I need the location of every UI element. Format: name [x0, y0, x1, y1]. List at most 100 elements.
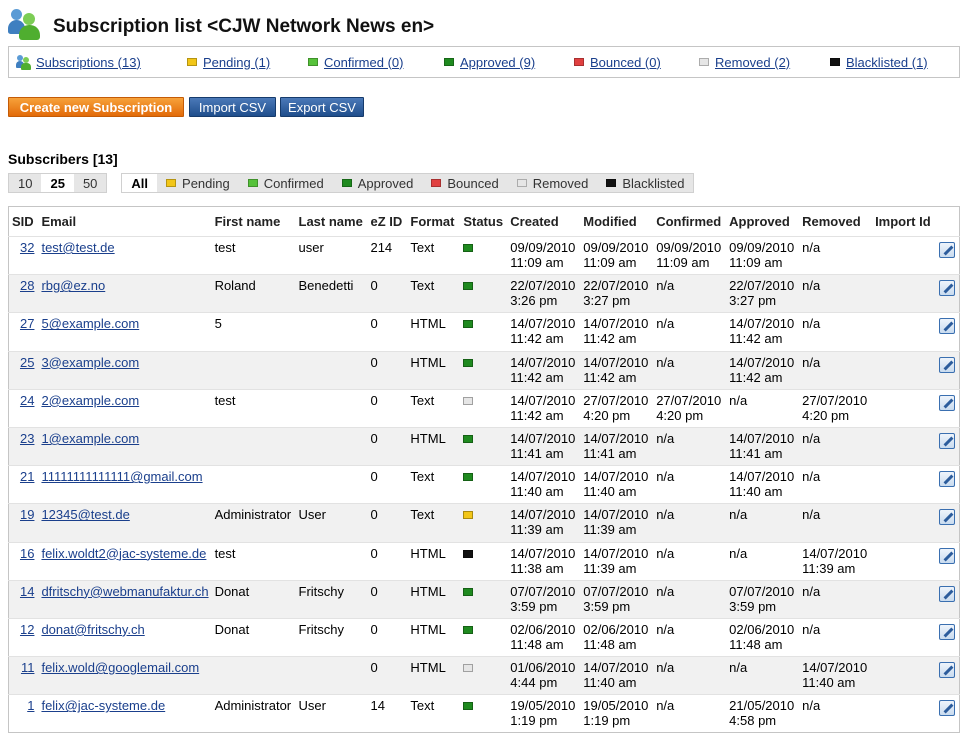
filter-subscriptions-link[interactable]: Subscriptions (13): [36, 55, 141, 70]
edit-icon[interactable]: [939, 394, 955, 411]
created-date: 01/06/2010: [510, 660, 576, 676]
removed-cell: 14/07/2010 11:40 am: [799, 656, 873, 695]
tab-bounced[interactable]: Bounced: [422, 174, 507, 192]
edit-icon[interactable]: [939, 623, 955, 640]
filter-blacklisted-link[interactable]: Blacklisted (1): [846, 55, 928, 70]
email-link[interactable]: 2@example.com: [41, 393, 139, 408]
filter-bounced-link[interactable]: Bounced (0): [590, 55, 661, 70]
modified-time: 11:09 am: [583, 255, 637, 270]
email-link[interactable]: 1@example.com: [41, 431, 139, 446]
table-row: 12 donat@fritschy.ch Donat Fritschy 0 HTML 02/…: [8, 617, 960, 657]
email-link[interactable]: 3@example.com: [41, 355, 139, 370]
tab-approved[interactable]: Approved: [333, 174, 423, 192]
bounced-status-icon: [574, 58, 584, 66]
filter-subscriptions[interactable]: Subscriptions (13): [16, 54, 187, 70]
email-link[interactable]: 11111111111111@gmail.com: [41, 469, 202, 484]
sid-link[interactable]: 32: [20, 240, 34, 255]
filter-removed[interactable]: Removed (2): [699, 55, 830, 70]
removed-cell: n/a: [799, 350, 873, 390]
sid-link[interactable]: 28: [20, 278, 34, 293]
edit-icon[interactable]: [939, 356, 955, 373]
filter-pending[interactable]: Pending (1): [187, 55, 308, 70]
email-link[interactable]: 12345@test.de: [41, 507, 129, 522]
filter-bounced[interactable]: Bounced (0): [574, 55, 699, 70]
sid-link[interactable]: 24: [20, 393, 34, 408]
last-name: user: [298, 240, 324, 255]
export-csv-button[interactable]: Export CSV: [280, 97, 364, 117]
first-name: Donat: [214, 583, 250, 599]
email-link[interactable]: felix@jac-systeme.de: [41, 698, 165, 713]
email-link[interactable]: donat@fritschy.ch: [41, 622, 144, 637]
tab-all[interactable]: All: [122, 174, 158, 192]
edit-icon[interactable]: [939, 547, 955, 564]
filter-confirmed-link[interactable]: Confirmed (0): [324, 55, 403, 70]
modified-cell: 02/06/2010 11:48 am: [580, 617, 654, 657]
first-name-cell: test: [211, 388, 296, 428]
sid-link[interactable]: 23: [20, 431, 34, 446]
page-size-25[interactable]: 25: [41, 174, 74, 192]
email-link[interactable]: test@test.de: [41, 240, 114, 255]
tab-pending[interactable]: Pending: [157, 174, 239, 192]
edit-icon[interactable]: [939, 318, 955, 335]
filter-approved-link[interactable]: Approved (9): [460, 55, 535, 70]
sid-cell: 16: [8, 541, 39, 581]
tab-confirmed[interactable]: Confirmed: [239, 174, 333, 192]
email-link[interactable]: dfritschy@webmanufaktur.ch: [41, 584, 208, 599]
edit-icon[interactable]: [939, 242, 955, 258]
last-name-cell: [295, 541, 368, 581]
email-link[interactable]: rbg@ez.no: [41, 278, 105, 293]
filter-removed-link[interactable]: Removed (2): [715, 55, 790, 70]
modified-date: 14/07/2010: [583, 507, 649, 523]
edit-icon[interactable]: [939, 509, 955, 526]
sid-link[interactable]: 16: [20, 546, 34, 561]
sid-link[interactable]: 27: [20, 316, 34, 331]
confirmed-status-icon: [308, 58, 318, 66]
filter-pending-link[interactable]: Pending (1): [203, 55, 270, 70]
sid-link[interactable]: 12: [20, 622, 34, 637]
removed-cell: n/a: [799, 274, 873, 313]
filter-approved[interactable]: Approved (9): [444, 55, 574, 70]
sid-link[interactable]: 1: [27, 698, 34, 713]
removed-date: n/a: [802, 278, 821, 294]
modified-date: 14/07/2010: [583, 354, 649, 370]
first-name: test: [214, 545, 236, 561]
import-csv-button[interactable]: Import CSV: [189, 97, 276, 117]
sid-link[interactable]: 14: [20, 584, 34, 599]
format-cell: Text: [407, 465, 461, 504]
removed-cell: n/a: [799, 465, 873, 504]
edit-icon[interactable]: [939, 585, 955, 602]
page-size-50[interactable]: 50: [74, 174, 106, 192]
edit-icon[interactable]: [939, 432, 955, 449]
page-size-10[interactable]: 10: [9, 174, 41, 192]
import-id-cell: [872, 617, 960, 657]
modified-cell: 14/07/2010 11:40 am: [580, 656, 654, 695]
sid-link[interactable]: 21: [20, 469, 34, 484]
filter-blacklisted[interactable]: Blacklisted (1): [830, 55, 928, 70]
tab-removed[interactable]: Removed: [508, 174, 598, 192]
edit-icon[interactable]: [939, 662, 955, 679]
email-link[interactable]: 5@example.com: [41, 316, 139, 331]
format: HTML: [410, 430, 446, 446]
edit-icon[interactable]: [939, 700, 955, 717]
ez-id-cell: 0: [367, 312, 408, 352]
email-link[interactable]: felix.woldt2@jac-systeme.de: [41, 546, 206, 561]
first-name-cell: [211, 350, 296, 390]
removed-date: n/a: [802, 430, 821, 446]
import-id-cell: [872, 388, 960, 428]
sid-link[interactable]: 11: [21, 660, 35, 675]
edit-icon[interactable]: [939, 471, 955, 488]
email-link[interactable]: felix.wold@googlemail.com: [41, 660, 199, 675]
create-subscription-button[interactable]: Create new Subscription: [8, 97, 184, 117]
sid-link[interactable]: 19: [20, 507, 34, 522]
filter-confirmed[interactable]: Confirmed (0): [308, 55, 444, 70]
ez-id: 0: [370, 430, 378, 446]
modified-cell: 27/07/2010 4:20 pm: [580, 388, 654, 428]
removed-date: 27/07/2010: [802, 392, 868, 408]
sid-cell: 11: [8, 656, 39, 695]
first-name: Administrator: [214, 507, 292, 523]
tab-blacklisted[interactable]: Blacklisted: [597, 174, 693, 192]
sid-link[interactable]: 25: [20, 355, 34, 370]
first-name: Administrator: [214, 698, 292, 714]
edit-icon[interactable]: [939, 280, 955, 297]
table-header-row: SID Email First name Last name eZ ID Format St…: [9, 207, 960, 237]
